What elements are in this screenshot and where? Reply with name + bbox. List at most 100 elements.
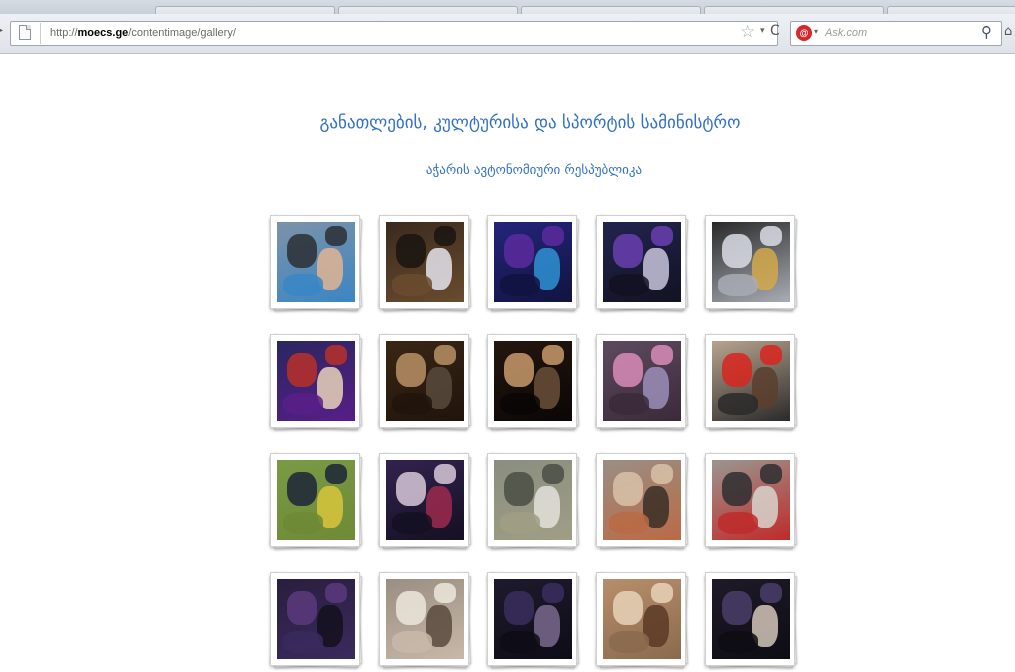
- photo-frame: [487, 215, 577, 309]
- url-path: /contentimage/gallery/: [128, 27, 236, 39]
- photo-detail: [287, 353, 317, 387]
- photo-frame: [379, 215, 469, 309]
- photo-detail: [542, 464, 564, 484]
- gallery-photo: [603, 222, 681, 302]
- gallery-thumbnail[interactable]: [378, 214, 472, 315]
- gallery-photo: [277, 460, 355, 540]
- page-icon: [19, 25, 31, 40]
- gallery-thumbnail[interactable]: [704, 214, 798, 315]
- gallery-thumbnail[interactable]: [269, 214, 363, 315]
- photo-detail: [325, 464, 347, 484]
- gallery-photo: [712, 460, 790, 540]
- photo-detail: [613, 353, 643, 387]
- photo-detail: [500, 631, 540, 653]
- search-input[interactable]: Ask.com: [825, 27, 867, 39]
- photo-detail: [651, 464, 673, 484]
- gallery-thumbnail[interactable]: [595, 571, 689, 672]
- photo-detail: [718, 512, 758, 534]
- photo-detail: [504, 353, 534, 387]
- photo-detail: [396, 472, 426, 506]
- gallery-thumbnail[interactable]: [378, 452, 472, 553]
- photo-frame: [379, 334, 469, 428]
- url-prefix: http://: [50, 27, 78, 39]
- photo-detail: [325, 345, 347, 365]
- tab[interactable]: [887, 6, 1015, 14]
- photo-detail: [392, 393, 432, 415]
- gallery-thumbnail[interactable]: [595, 333, 689, 434]
- gallery-thumbnail[interactable]: [704, 452, 798, 553]
- photo-detail: [613, 472, 643, 506]
- photo-frame: [705, 334, 795, 428]
- photo-detail: [434, 583, 456, 603]
- photo-frame: [705, 453, 795, 547]
- gallery-photo: [386, 579, 464, 659]
- photo-detail: [722, 472, 752, 506]
- reload-icon[interactable]: C: [770, 23, 780, 39]
- tab[interactable]: [521, 6, 701, 14]
- photo-detail: [504, 591, 534, 625]
- gallery-photo: [494, 222, 572, 302]
- photo-detail: [760, 464, 782, 484]
- gallery-thumbnail[interactable]: [486, 452, 580, 553]
- gallery-photo: [494, 579, 572, 659]
- gallery-photo: [277, 341, 355, 421]
- tab-active[interactable]: [155, 6, 335, 14]
- photo-frame: [487, 453, 577, 547]
- gallery-photo: [494, 341, 572, 421]
- back-arrow-icon[interactable]: ▸: [0, 25, 3, 36]
- gallery-photo: [386, 341, 464, 421]
- search-engine-dropdown-icon[interactable]: ▾: [814, 27, 818, 36]
- gallery-thumbnail[interactable]: [378, 333, 472, 434]
- gallery-thumbnail[interactable]: [595, 214, 689, 315]
- gallery-thumbnail[interactable]: [486, 214, 580, 315]
- gallery-photo: [712, 341, 790, 421]
- photo-detail: [325, 226, 347, 246]
- gallery-thumbnail[interactable]: [704, 571, 798, 672]
- photo-detail: [718, 631, 758, 653]
- photo-detail: [651, 226, 673, 246]
- gallery-thumbnail[interactable]: [486, 333, 580, 434]
- tab-strip: [0, 0, 1015, 14]
- photo-frame: [705, 572, 795, 666]
- page-title: განათლების, კულტურისა და სპორტის სამინის…: [319, 113, 741, 133]
- address-separator: [40, 23, 41, 44]
- photo-detail: [283, 274, 323, 296]
- tab[interactable]: [704, 6, 884, 14]
- gallery-photo: [386, 222, 464, 302]
- photo-detail: [500, 393, 540, 415]
- photo-detail: [613, 591, 643, 625]
- gallery-thumbnail[interactable]: [704, 333, 798, 434]
- photo-detail: [434, 464, 456, 484]
- photo-detail: [283, 631, 323, 653]
- tab[interactable]: [338, 6, 518, 14]
- photo-detail: [542, 226, 564, 246]
- gallery-photo: [386, 460, 464, 540]
- photo-detail: [722, 591, 752, 625]
- photo-frame: [487, 334, 577, 428]
- search-box[interactable]: [790, 21, 1002, 46]
- photo-detail: [500, 512, 540, 534]
- search-icon[interactable]: ⚲: [981, 23, 992, 41]
- photo-frame: [705, 215, 795, 309]
- gallery-thumbnail[interactable]: [595, 452, 689, 553]
- gallery-thumbnail[interactable]: [378, 571, 472, 672]
- photo-detail: [504, 472, 534, 506]
- home-icon[interactable]: ⌂: [1004, 24, 1012, 39]
- gallery-photo: [712, 222, 790, 302]
- photo-detail: [718, 393, 758, 415]
- ask-icon[interactable]: @: [796, 25, 812, 41]
- gallery-thumbnail[interactable]: [269, 452, 363, 553]
- gallery-photo: [603, 341, 681, 421]
- gallery-thumbnail[interactable]: [269, 571, 363, 672]
- photo-detail: [760, 345, 782, 365]
- photo-detail: [392, 631, 432, 653]
- photo-detail: [287, 234, 317, 268]
- history-dropdown-icon[interactable]: ▾: [760, 26, 765, 36]
- address-text[interactable]: http://moecs.ge/contentimage/gallery/: [50, 27, 236, 39]
- bookmark-star-icon[interactable]: ☆: [740, 22, 755, 42]
- gallery-thumbnail[interactable]: [269, 333, 363, 434]
- photo-detail: [542, 345, 564, 365]
- gallery-thumbnail[interactable]: [486, 571, 580, 672]
- photo-detail: [613, 234, 643, 268]
- photo-detail: [542, 583, 564, 603]
